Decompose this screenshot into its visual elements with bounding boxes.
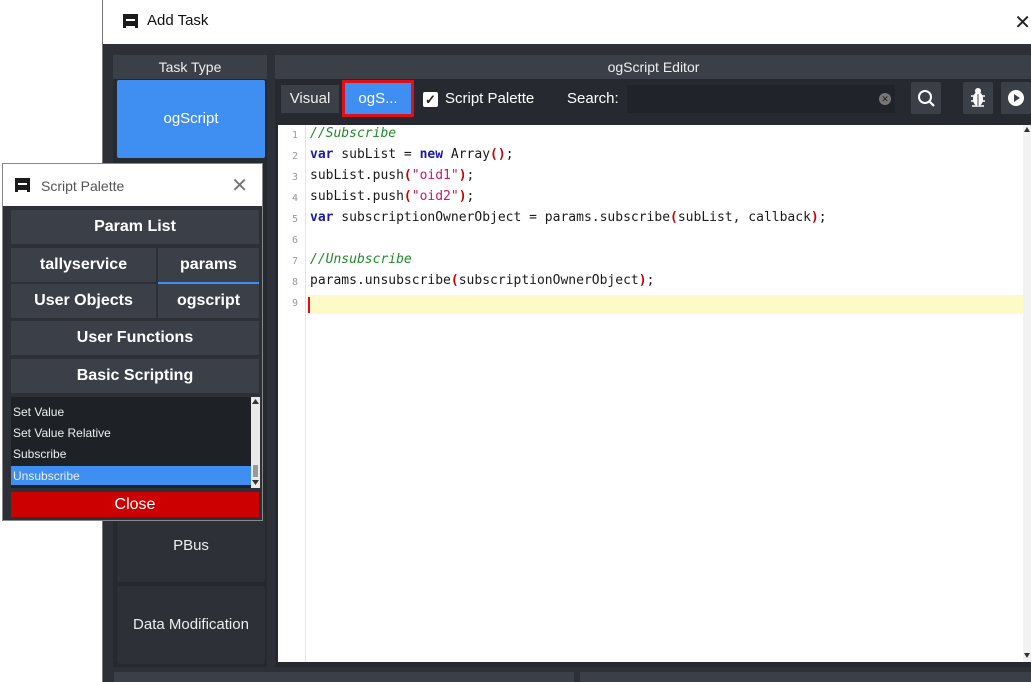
scroll-arrows-icon xyxy=(1024,127,1030,658)
editor-toolbar: Visual ogS... ✓ Script Palette Search: ✕ xyxy=(275,79,1031,117)
ogscript-button[interactable]: ogscript xyxy=(158,284,259,318)
search-label: Search: xyxy=(567,90,619,107)
script-palette-checkbox[interactable]: ✓ xyxy=(423,92,438,107)
line-number: 7 xyxy=(291,256,298,267)
task-type-ogscript-button[interactable]: ogScript xyxy=(117,80,265,158)
list-item[interactable]: Set Value Relative xyxy=(13,426,111,440)
code-scrollbar[interactable] xyxy=(1023,125,1031,662)
line-number: 9 xyxy=(291,298,298,309)
list-item[interactable]: Set Value xyxy=(13,405,64,419)
line-number: 2 xyxy=(291,151,298,162)
scroll-arrows-icon xyxy=(252,399,259,485)
line-number: 3 xyxy=(291,172,298,183)
code-line: var subList = new Array(); xyxy=(310,147,514,162)
window-title: Add Task xyxy=(147,12,209,29)
code-line: //Subscribe xyxy=(310,126,397,141)
list-item-selected[interactable]: Unsubscribe xyxy=(11,466,251,485)
tallyservice-button[interactable]: tallyservice xyxy=(11,248,156,282)
list-item[interactable]: Subscribe xyxy=(13,447,66,461)
bottom-panel-right xyxy=(580,672,1031,682)
play-icon xyxy=(1008,90,1024,106)
active-line-highlight xyxy=(307,295,1023,314)
script-palette-label: Script Palette xyxy=(445,90,535,107)
line-number: 6 xyxy=(291,235,298,246)
bottom-panel-left xyxy=(114,672,574,682)
line-number: 4 xyxy=(291,193,298,204)
bug-icon xyxy=(971,88,985,107)
user-objects-button[interactable]: User Objects xyxy=(11,284,156,318)
code-line: params.unsubscribe(subscriptionOwnerObje… xyxy=(310,273,655,288)
palette-title-bar: Script Palette ✕ xyxy=(3,164,262,206)
param-list-button[interactable]: Param List xyxy=(11,210,259,244)
app-icon xyxy=(123,14,138,28)
search-icon xyxy=(918,90,935,107)
palette-title: Script Palette xyxy=(41,178,125,194)
line-number: 8 xyxy=(291,277,298,288)
list-scrollbar[interactable] xyxy=(251,397,260,488)
line-number-gutter: 1 2 3 4 5 6 7 8 9 xyxy=(278,125,306,662)
close-icon[interactable]: ✕ xyxy=(1014,10,1031,34)
script-palette-window: Script Palette ✕ Param List tallyservice… xyxy=(2,163,263,521)
task-type-header: Task Type xyxy=(113,55,267,79)
line-number: 1 xyxy=(291,130,298,141)
search-input[interactable] xyxy=(627,85,895,113)
ogscript-tab[interactable]: ogS... xyxy=(345,83,411,114)
code-line: //Unsubscribe xyxy=(310,252,412,267)
params-button[interactable]: params xyxy=(158,248,259,285)
search-button[interactable] xyxy=(911,82,941,114)
text-caret xyxy=(308,297,310,313)
close-button[interactable]: Close xyxy=(11,492,259,517)
clear-search-icon[interactable]: ✕ xyxy=(879,93,891,105)
debug-button[interactable] xyxy=(963,82,993,114)
basic-scripting-button[interactable]: Basic Scripting xyxy=(11,359,259,393)
visual-tab[interactable]: Visual xyxy=(281,85,339,113)
code-line: subList.push("oid2"); xyxy=(310,189,475,204)
editor-header: ogScript Editor xyxy=(275,55,1031,79)
code-line: var subscriptionOwnerObject = params.sub… xyxy=(310,210,827,225)
user-functions-button[interactable]: User Functions xyxy=(11,321,259,355)
close-icon[interactable]: ✕ xyxy=(231,173,248,197)
snippet-list: Set Value Set Value Relative Subscribe U… xyxy=(11,397,260,488)
task-type-data-modification-button[interactable]: Data Modification xyxy=(117,586,265,664)
code-line: subList.push("oid1"); xyxy=(310,168,475,183)
line-number: 5 xyxy=(291,214,298,225)
list-item-label: Unsubscribe xyxy=(13,469,80,483)
code-editor[interactable]: 1 2 3 4 5 6 7 8 9 //Subscribe var subLis… xyxy=(278,125,1023,662)
title-bar: Add Task ✕ xyxy=(103,0,1031,44)
run-button[interactable] xyxy=(1001,82,1031,114)
app-icon xyxy=(15,178,30,192)
